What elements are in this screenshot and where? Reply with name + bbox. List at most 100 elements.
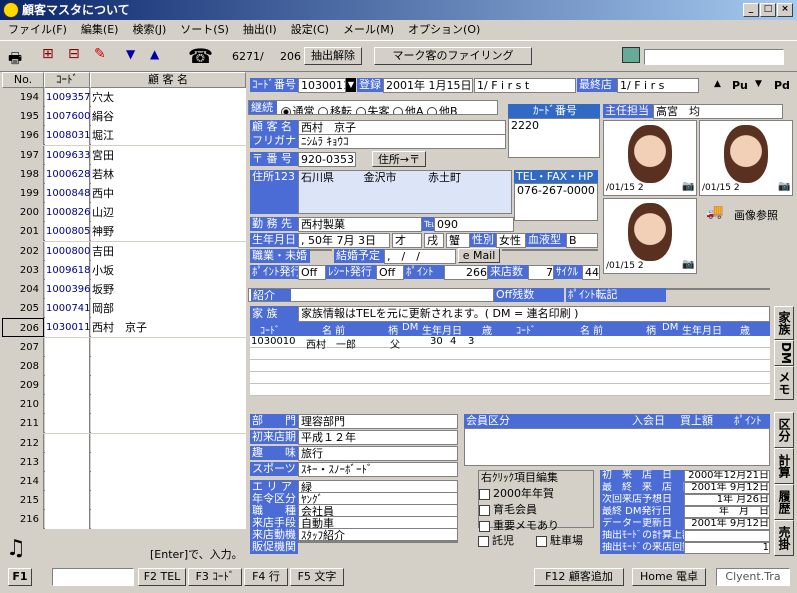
- point-transfer-field[interactable]: [666, 288, 770, 290]
- row-code[interactable]: [45, 433, 90, 453]
- up-arrow-icon[interactable]: ▲: [150, 47, 159, 61]
- f12-add-button[interactable]: F12 顧客追加: [534, 568, 624, 586]
- table-row[interactable]: 201 1000805 神野: [2, 222, 246, 242]
- row-name[interactable]: 岡部: [91, 299, 246, 319]
- row-code[interactable]: [45, 337, 90, 357]
- toolbar-input[interactable]: [644, 49, 784, 65]
- check-parking[interactable]: [536, 535, 547, 547]
- col-code[interactable]: ｺｰﾄﾞ: [44, 72, 90, 88]
- table-row[interactable]: 216: [2, 510, 246, 530]
- table-row[interactable]: 199 1000848 西中: [2, 184, 246, 203]
- row-name[interactable]: 若林: [91, 164, 246, 184]
- down-arrow-icon[interactable]: ▼: [126, 47, 135, 61]
- blood-field[interactable]: B: [566, 233, 598, 248]
- row-name[interactable]: [91, 414, 246, 434]
- wedding-field[interactable]: , / /: [384, 249, 456, 264]
- family-table-row[interactable]: [250, 360, 770, 372]
- birth-field[interactable]: , 50年 7月 3日: [298, 233, 390, 248]
- row-name[interactable]: [91, 433, 246, 453]
- row-name[interactable]: 西村 京子: [91, 318, 246, 338]
- table-row[interactable]: 198 1000628 若林: [2, 164, 246, 184]
- pd-button[interactable]: Pd: [774, 79, 790, 92]
- check-nenga[interactable]: [479, 488, 490, 500]
- row-name[interactable]: 山辺: [91, 203, 246, 223]
- col-no[interactable]: No.: [2, 72, 44, 88]
- table-row[interactable]: 213: [2, 452, 246, 472]
- row-code[interactable]: 1000741: [45, 299, 91, 319]
- card-field[interactable]: 2220: [508, 118, 600, 158]
- row-name[interactable]: [91, 452, 246, 472]
- status-radio-move[interactable]: [318, 107, 328, 114]
- home-calc-button[interactable]: Home 電卓: [632, 568, 706, 586]
- table-row[interactable]: 209: [2, 376, 246, 395]
- addr-town[interactable]: 赤土町: [428, 171, 461, 184]
- row-code[interactable]: 1007600: [45, 107, 91, 127]
- row-code[interactable]: 1009633: [45, 145, 91, 165]
- check-memo[interactable]: [479, 520, 490, 532]
- table-row[interactable]: 208: [2, 356, 246, 376]
- col-name[interactable]: 顧 客 名: [90, 72, 246, 88]
- addr-pref[interactable]: 石川県: [301, 171, 334, 184]
- sex-field[interactable]: 女性: [496, 233, 526, 248]
- status-radio-normal[interactable]: [280, 107, 291, 114]
- staff-field[interactable]: 高宮 均: [653, 104, 783, 119]
- code-field[interactable]: 1030011: [298, 78, 346, 93]
- status-radio-otherB[interactable]: [427, 107, 438, 114]
- pu-button[interactable]: Pu: [732, 79, 748, 92]
- row-name[interactable]: [91, 510, 246, 530]
- tab-calc[interactable]: 計算: [774, 448, 794, 484]
- table-row[interactable]: 202 1000800 吉田: [2, 241, 246, 261]
- detail-hobby-field[interactable]: 旅行: [298, 446, 458, 461]
- row-name[interactable]: [91, 395, 246, 415]
- row-name[interactable]: [91, 472, 246, 491]
- work-field[interactable]: 西村製菓: [298, 217, 422, 232]
- menu-file[interactable]: ファイル(F): [8, 23, 67, 36]
- table-row[interactable]: 205 1000741 岡部: [2, 299, 246, 319]
- table-row[interactable]: 195 1007600 絹谷: [2, 107, 246, 127]
- name-field[interactable]: 西村 京子: [298, 120, 506, 135]
- reg-date[interactable]: 2001年 1月15日: [383, 78, 473, 93]
- family-row-1[interactable]: 1030010 西村 一郎 父 30 4 3: [250, 336, 770, 351]
- check-title[interactable]: 右ｸﾘｯｸ項目編集: [479, 471, 593, 485]
- table-row[interactable]: 203 1009618 小坂: [2, 260, 246, 280]
- f2-button[interactable]: F2 TEL: [138, 568, 186, 586]
- extract-clear-button[interactable]: 抽出解除: [304, 47, 362, 65]
- photo-3[interactable]: /01/15 2 📷: [603, 198, 697, 274]
- row-name[interactable]: 絹谷: [91, 107, 246, 127]
- table-row[interactable]: 211: [2, 414, 246, 434]
- table-row[interactable]: 206 1030011 西村 京子: [2, 318, 246, 338]
- pt-issue-field[interactable]: Off: [298, 265, 326, 280]
- menu-settings[interactable]: 設定(C): [291, 23, 329, 36]
- photo-ref-button[interactable]: 画像参照: [734, 207, 778, 223]
- table-row[interactable]: 204 1000396 坂野: [2, 280, 246, 299]
- detail-sport-field[interactable]: ｽｷｰ・ｽﾉｰﾎﾞｰﾄﾞ: [298, 462, 458, 477]
- row-code[interactable]: [45, 395, 90, 415]
- row-name[interactable]: [91, 337, 246, 357]
- row-name[interactable]: 吉田: [91, 241, 246, 261]
- tab-family[interactable]: 家族: [774, 306, 794, 340]
- zip-field[interactable]: 920-0353: [298, 152, 356, 167]
- row-code[interactable]: 1000805: [45, 222, 91, 242]
- addr-city[interactable]: 金沢市: [364, 171, 397, 184]
- address-to-zip-button[interactable]: 住所→〒: [372, 151, 426, 167]
- fam-m[interactable]: 4: [450, 336, 456, 347]
- row-code[interactable]: 1000628: [45, 164, 91, 184]
- tree-icon[interactable]: ⊞: [42, 46, 54, 62]
- row-code[interactable]: [45, 376, 90, 395]
- row-name[interactable]: 神野: [91, 222, 246, 242]
- row-name[interactable]: [91, 376, 246, 395]
- menu-search[interactable]: 検索(J): [132, 23, 166, 36]
- tree2-icon[interactable]: ⊟: [68, 46, 80, 62]
- table-row[interactable]: 200 1000826 山辺: [2, 203, 246, 223]
- fam-code[interactable]: 1030010: [251, 336, 296, 347]
- table-row[interactable]: 212: [2, 433, 246, 453]
- camera-icon[interactable]: 📷: [682, 259, 694, 270]
- tel-field[interactable]: 076-267-0000: [514, 183, 598, 221]
- f3-button[interactable]: F3 ｺｰﾄﾞ: [188, 568, 242, 586]
- row-name[interactable]: 西中: [91, 184, 246, 203]
- row-code[interactable]: [45, 414, 90, 434]
- f5-button[interactable]: F5 文字: [290, 568, 344, 586]
- fam-name[interactable]: 西村 一郎: [306, 336, 356, 351]
- row-name[interactable]: 堀江: [91, 126, 246, 146]
- detail-first_visit-field[interactable]: 平成１２年: [298, 430, 458, 445]
